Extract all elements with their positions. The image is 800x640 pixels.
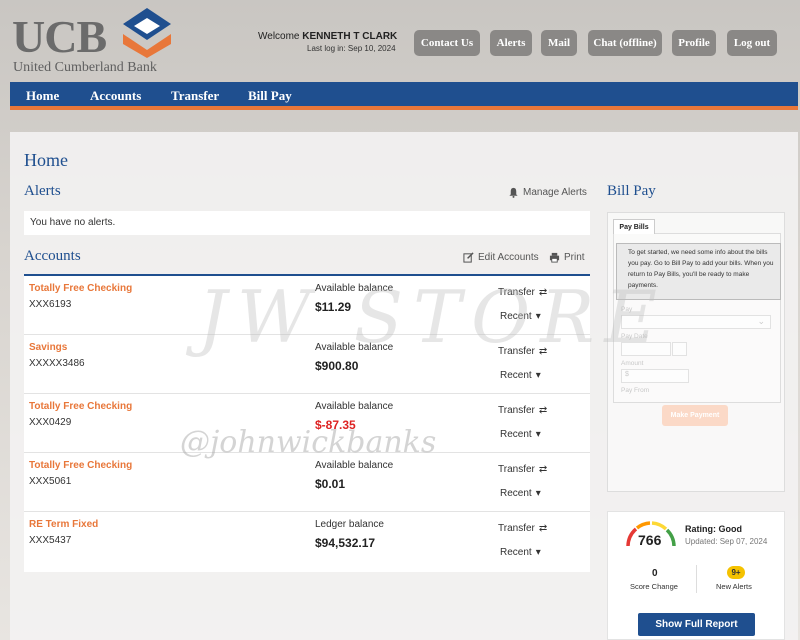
recent-label: Recent: [500, 547, 532, 558]
amount-input[interactable]: $: [621, 369, 689, 383]
chevron-down-icon: ⌄: [757, 316, 765, 326]
nav-bill-pay[interactable]: Bill Pay: [248, 88, 292, 104]
pay-from-label: Pay From: [621, 387, 650, 394]
page-title: Home: [24, 150, 68, 170]
new-alerts-label: New Alerts: [716, 582, 752, 591]
logo-mark-icon: [123, 8, 171, 58]
top-bar: UCB United Cumberland Bank Welcome KENNE…: [0, 0, 800, 82]
credit-rating: Rating: Good: [685, 524, 742, 534]
print-link[interactable]: Print: [549, 252, 585, 263]
account-name[interactable]: Totally Free Checking: [29, 401, 132, 412]
show-full-report-button[interactable]: Show Full Report: [638, 613, 755, 636]
mail-button[interactable]: Mail: [541, 30, 577, 56]
balance-value: $0.01: [315, 477, 346, 491]
logo-bank-name: United Cumberland Bank: [13, 60, 157, 75]
bell-icon: [509, 187, 518, 198]
nav-home[interactable]: Home: [26, 88, 59, 104]
recent-label: Recent: [500, 370, 532, 381]
balance-label: Available balance: [315, 460, 394, 471]
transfer-link[interactable]: Transfer ⇄: [498, 405, 547, 416]
credit-updated: Updated: Sep 07, 2024: [685, 537, 768, 546]
new-alerts-badge[interactable]: 9+: [727, 566, 745, 579]
logo-abbr: UCB: [12, 11, 107, 62]
transfer-label: Transfer: [498, 523, 535, 534]
chat-button[interactable]: Chat (offline): [588, 30, 662, 56]
score-change-value: 0: [652, 568, 658, 579]
transfer-arrows-icon: ⇄: [538, 405, 548, 416]
manage-alerts-link[interactable]: Manage Alerts: [508, 187, 587, 198]
amount-placeholder: $: [625, 371, 629, 378]
balance-value: $900.80: [315, 359, 359, 373]
account-name[interactable]: Totally Free Checking: [29, 460, 132, 471]
edit-accounts-label: Edit Accounts: [478, 252, 539, 263]
alerts-title: Alerts: [24, 183, 61, 199]
account-name[interactable]: Savings: [29, 342, 67, 353]
account-row: Totally Free Checking XXX5061 Available …: [24, 453, 590, 512]
main-nav: Home Accounts Transfer Bill Pay: [10, 82, 798, 110]
recent-link[interactable]: Recent ▾: [500, 547, 541, 558]
chevron-down-icon: ▾: [535, 370, 541, 381]
chevron-down-icon: ▾: [535, 547, 541, 558]
stat-divider: [696, 565, 697, 593]
bank-logo[interactable]: UCB United Cumberland Bank: [10, 6, 180, 76]
recent-link[interactable]: Recent ▾: [500, 429, 541, 440]
accounts-title: Accounts: [24, 248, 81, 264]
watermark-handle: @johnwickbanks: [180, 425, 437, 460]
contact-us-button[interactable]: Contact Us: [414, 30, 480, 56]
transfer-arrows-icon: ⇄: [538, 523, 548, 534]
edit-icon: [463, 252, 474, 263]
watermark-store: JW STORE: [198, 275, 667, 359]
balance-label: Available balance: [315, 401, 394, 412]
user-name: KENNETH T CLARK: [302, 31, 398, 42]
make-payment-button[interactable]: Make Payment: [662, 405, 728, 426]
balance-label: Ledger balance: [315, 519, 384, 530]
account-number: XXX5061: [29, 476, 72, 487]
logout-button[interactable]: Log out: [727, 30, 777, 56]
amount-label: Amount: [621, 360, 644, 367]
alerts-message: You have no alerts.: [30, 217, 116, 228]
manage-alerts-label: Manage Alerts: [523, 187, 587, 198]
balance-value: $94,532.17: [315, 536, 376, 550]
nav-accounts[interactable]: Accounts: [90, 88, 141, 104]
account-number: XXX5437: [29, 535, 72, 546]
last-login: Last log in: Sep 10, 2024: [307, 44, 396, 53]
transfer-label: Transfer: [498, 405, 535, 416]
recent-link[interactable]: Recent ▾: [500, 488, 541, 499]
score-change-label: Score Change: [630, 582, 678, 591]
welcome-text: Welcome KENNETH T CLARK: [258, 31, 397, 42]
tab-pay-bills[interactable]: Pay Bills: [613, 219, 655, 234]
alerts-button[interactable]: Alerts: [490, 30, 532, 56]
recent-link[interactable]: Recent ▾: [500, 370, 541, 381]
welcome-prefix: Welcome: [258, 31, 300, 42]
bill-pay-title: Bill Pay: [607, 183, 656, 199]
alerts-box: You have no alerts.: [24, 211, 590, 235]
transfer-arrows-icon: ⇄: [538, 464, 548, 475]
transfer-label: Transfer: [498, 464, 535, 475]
account-name[interactable]: Totally Free Checking: [29, 283, 132, 294]
edit-accounts-link[interactable]: Edit Accounts: [463, 252, 539, 263]
account-number: XXX6193: [29, 299, 72, 310]
chevron-down-icon: ▾: [535, 429, 541, 440]
credit-score: 766: [638, 532, 662, 548]
recent-label: Recent: [500, 429, 532, 440]
account-number: XXX0429: [29, 417, 72, 428]
account-name[interactable]: RE Term Fixed: [29, 519, 98, 530]
profile-button[interactable]: Profile: [672, 30, 716, 56]
print-label: Print: [564, 252, 585, 263]
transfer-link[interactable]: Transfer ⇄: [498, 523, 547, 534]
printer-icon: [549, 252, 560, 263]
transfer-link[interactable]: Transfer ⇄: [498, 464, 547, 475]
account-number: XXXXX3486: [29, 358, 85, 369]
recent-label: Recent: [500, 488, 532, 499]
nav-transfer[interactable]: Transfer: [171, 88, 219, 104]
calendar-icon[interactable]: [672, 342, 687, 356]
chevron-down-icon: ▾: [535, 488, 541, 499]
account-row: RE Term Fixed XXX5437 Ledger balance $94…: [24, 512, 590, 571]
